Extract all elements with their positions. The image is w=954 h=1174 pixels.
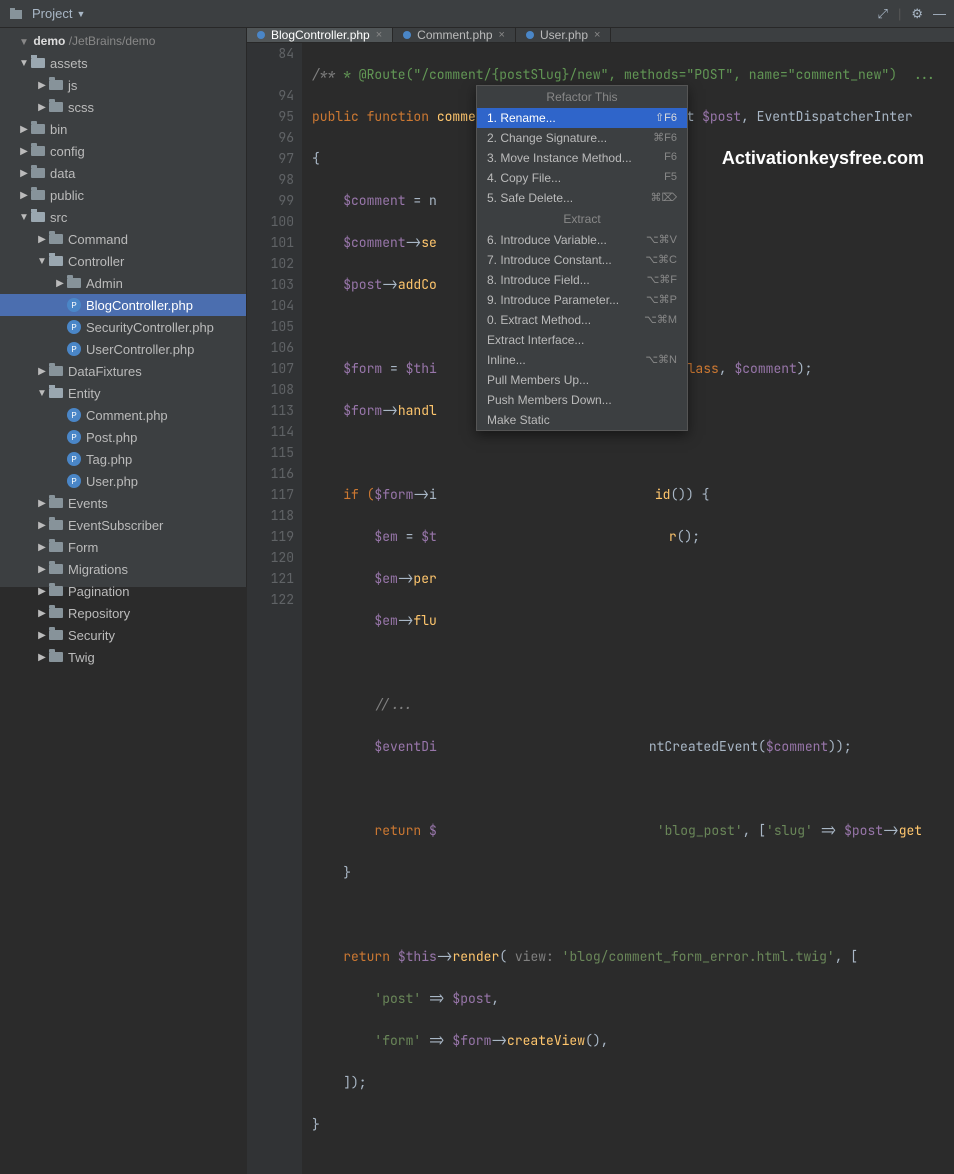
ctx-move-instance[interactable]: 3. Move Instance Method...F6 xyxy=(477,148,687,168)
tree-config[interactable]: ▶config xyxy=(0,140,246,162)
php-icon: P xyxy=(67,430,81,444)
tree-events[interactable]: ▶Events xyxy=(0,492,246,514)
project-label: Project xyxy=(32,6,72,21)
ctx-intro-param[interactable]: 9. Introduce Parameter...⌥⌘P xyxy=(477,290,687,310)
tree-twig[interactable]: ▶Twig xyxy=(0,646,246,668)
chevron-down-icon: ▼ xyxy=(76,9,85,19)
tree-controller[interactable]: ▼Controller xyxy=(0,250,246,272)
tree-securitycontroller[interactable]: PSecurityController.php xyxy=(0,316,246,338)
ctx-safe-delete[interactable]: 5. Safe Delete...⌘⌦ xyxy=(477,188,687,208)
tree-usercontroller[interactable]: PUserController.php xyxy=(0,338,246,360)
close-icon[interactable]: × xyxy=(594,29,600,41)
tree-public[interactable]: ▶public xyxy=(0,184,246,206)
tree-blogcontroller[interactable]: PBlogController.php xyxy=(0,294,246,316)
gear-icon[interactable]: ⚙ xyxy=(911,6,923,22)
ctx-rename[interactable]: 1. Rename...⇧F6 xyxy=(477,108,687,128)
file-icon xyxy=(403,31,411,39)
tree-data[interactable]: ▶data xyxy=(0,162,246,184)
close-icon[interactable]: × xyxy=(499,29,505,41)
file-icon xyxy=(257,31,265,39)
tree-src[interactable]: ▼src xyxy=(0,206,246,228)
divider: | xyxy=(898,6,901,21)
project-tree: ▼ demo /JetBrains/demo ▼assets ▶js ▶scss… xyxy=(0,28,247,587)
php-icon: P xyxy=(67,298,81,312)
ctx-make-static[interactable]: Make Static xyxy=(477,410,687,430)
editor-tabs: BlogController.php× Comment.php× User.ph… xyxy=(247,28,954,43)
ctx-title: Refactor This xyxy=(477,86,687,108)
tree-entity[interactable]: ▼Entity xyxy=(0,382,246,404)
ctx-extract-method[interactable]: 0. Extract Method...⌥⌘M xyxy=(477,310,687,330)
tab-blogcontroller[interactable]: BlogController.php× xyxy=(247,28,393,42)
tree-security[interactable]: ▶Security xyxy=(0,624,246,646)
top-toolbar: Project ▼ ⤢ | ⚙ — xyxy=(0,0,954,28)
project-dropdown[interactable]: Project ▼ xyxy=(8,6,85,22)
ctx-extract-interface[interactable]: Extract Interface... xyxy=(477,330,687,350)
tree-tag[interactable]: PTag.php xyxy=(0,448,246,470)
tree-admin[interactable]: ▶Admin xyxy=(0,272,246,294)
expand-icon[interactable]: ⤢ xyxy=(878,6,888,22)
php-icon: P xyxy=(67,474,81,488)
ctx-push-down[interactable]: Push Members Down... xyxy=(477,390,687,410)
ctx-pull-up[interactable]: Pull Members Up... xyxy=(477,370,687,390)
ctx-change-sig[interactable]: 2. Change Signature...⌘F6 xyxy=(477,128,687,148)
php-icon: P xyxy=(67,452,81,466)
tab-user[interactable]: User.php× xyxy=(516,28,611,42)
ctx-intro-var[interactable]: 6. Introduce Variable...⌥⌘V xyxy=(477,230,687,250)
project-icon xyxy=(8,6,24,22)
hide-icon[interactable]: — xyxy=(933,6,946,21)
line-gutter: 8494959697989910010110210310410510610710… xyxy=(247,43,302,1174)
tree-repository[interactable]: ▶Repository xyxy=(0,602,246,624)
tree-scss[interactable]: ▶scss xyxy=(0,96,246,118)
tree-user[interactable]: PUser.php xyxy=(0,470,246,492)
project-path: /JetBrains/demo xyxy=(69,34,156,48)
ctx-intro-const[interactable]: 7. Introduce Constant...⌥⌘C xyxy=(477,250,687,270)
tree-migrations[interactable]: ▶Migrations xyxy=(0,558,246,580)
ctx-copy-file[interactable]: 4. Copy File...F5 xyxy=(477,168,687,188)
tree-pagination[interactable]: ▶Pagination xyxy=(0,580,246,602)
tree-assets[interactable]: ▼assets xyxy=(0,52,246,74)
ctx-intro-field[interactable]: 8. Introduce Field...⌥⌘F xyxy=(477,270,687,290)
tree-post[interactable]: PPost.php xyxy=(0,426,246,448)
tree-command[interactable]: ▶Command xyxy=(0,228,246,250)
tree-eventsub[interactable]: ▶EventSubscriber xyxy=(0,514,246,536)
file-icon xyxy=(526,31,534,39)
watermark-text: Activationkeysfree.com xyxy=(722,148,924,169)
project-root[interactable]: demo xyxy=(33,34,65,48)
tree-js[interactable]: ▶js xyxy=(0,74,246,96)
tab-comment[interactable]: Comment.php× xyxy=(393,28,516,42)
refactor-context-menu: Refactor This 1. Rename...⇧F6 2. Change … xyxy=(476,85,688,431)
tree-form[interactable]: ▶Form xyxy=(0,536,246,558)
php-icon: P xyxy=(67,408,81,422)
ctx-extract-hdr: Extract xyxy=(477,208,687,230)
ctx-inline[interactable]: Inline...⌥⌘N xyxy=(477,350,687,370)
php-icon: P xyxy=(67,320,81,334)
php-icon: P xyxy=(67,342,81,356)
close-icon[interactable]: × xyxy=(376,29,382,41)
tree-bin[interactable]: ▶bin xyxy=(0,118,246,140)
tree-comment[interactable]: PComment.php xyxy=(0,404,246,426)
tree-datafixtures[interactable]: ▶DataFixtures xyxy=(0,360,246,382)
